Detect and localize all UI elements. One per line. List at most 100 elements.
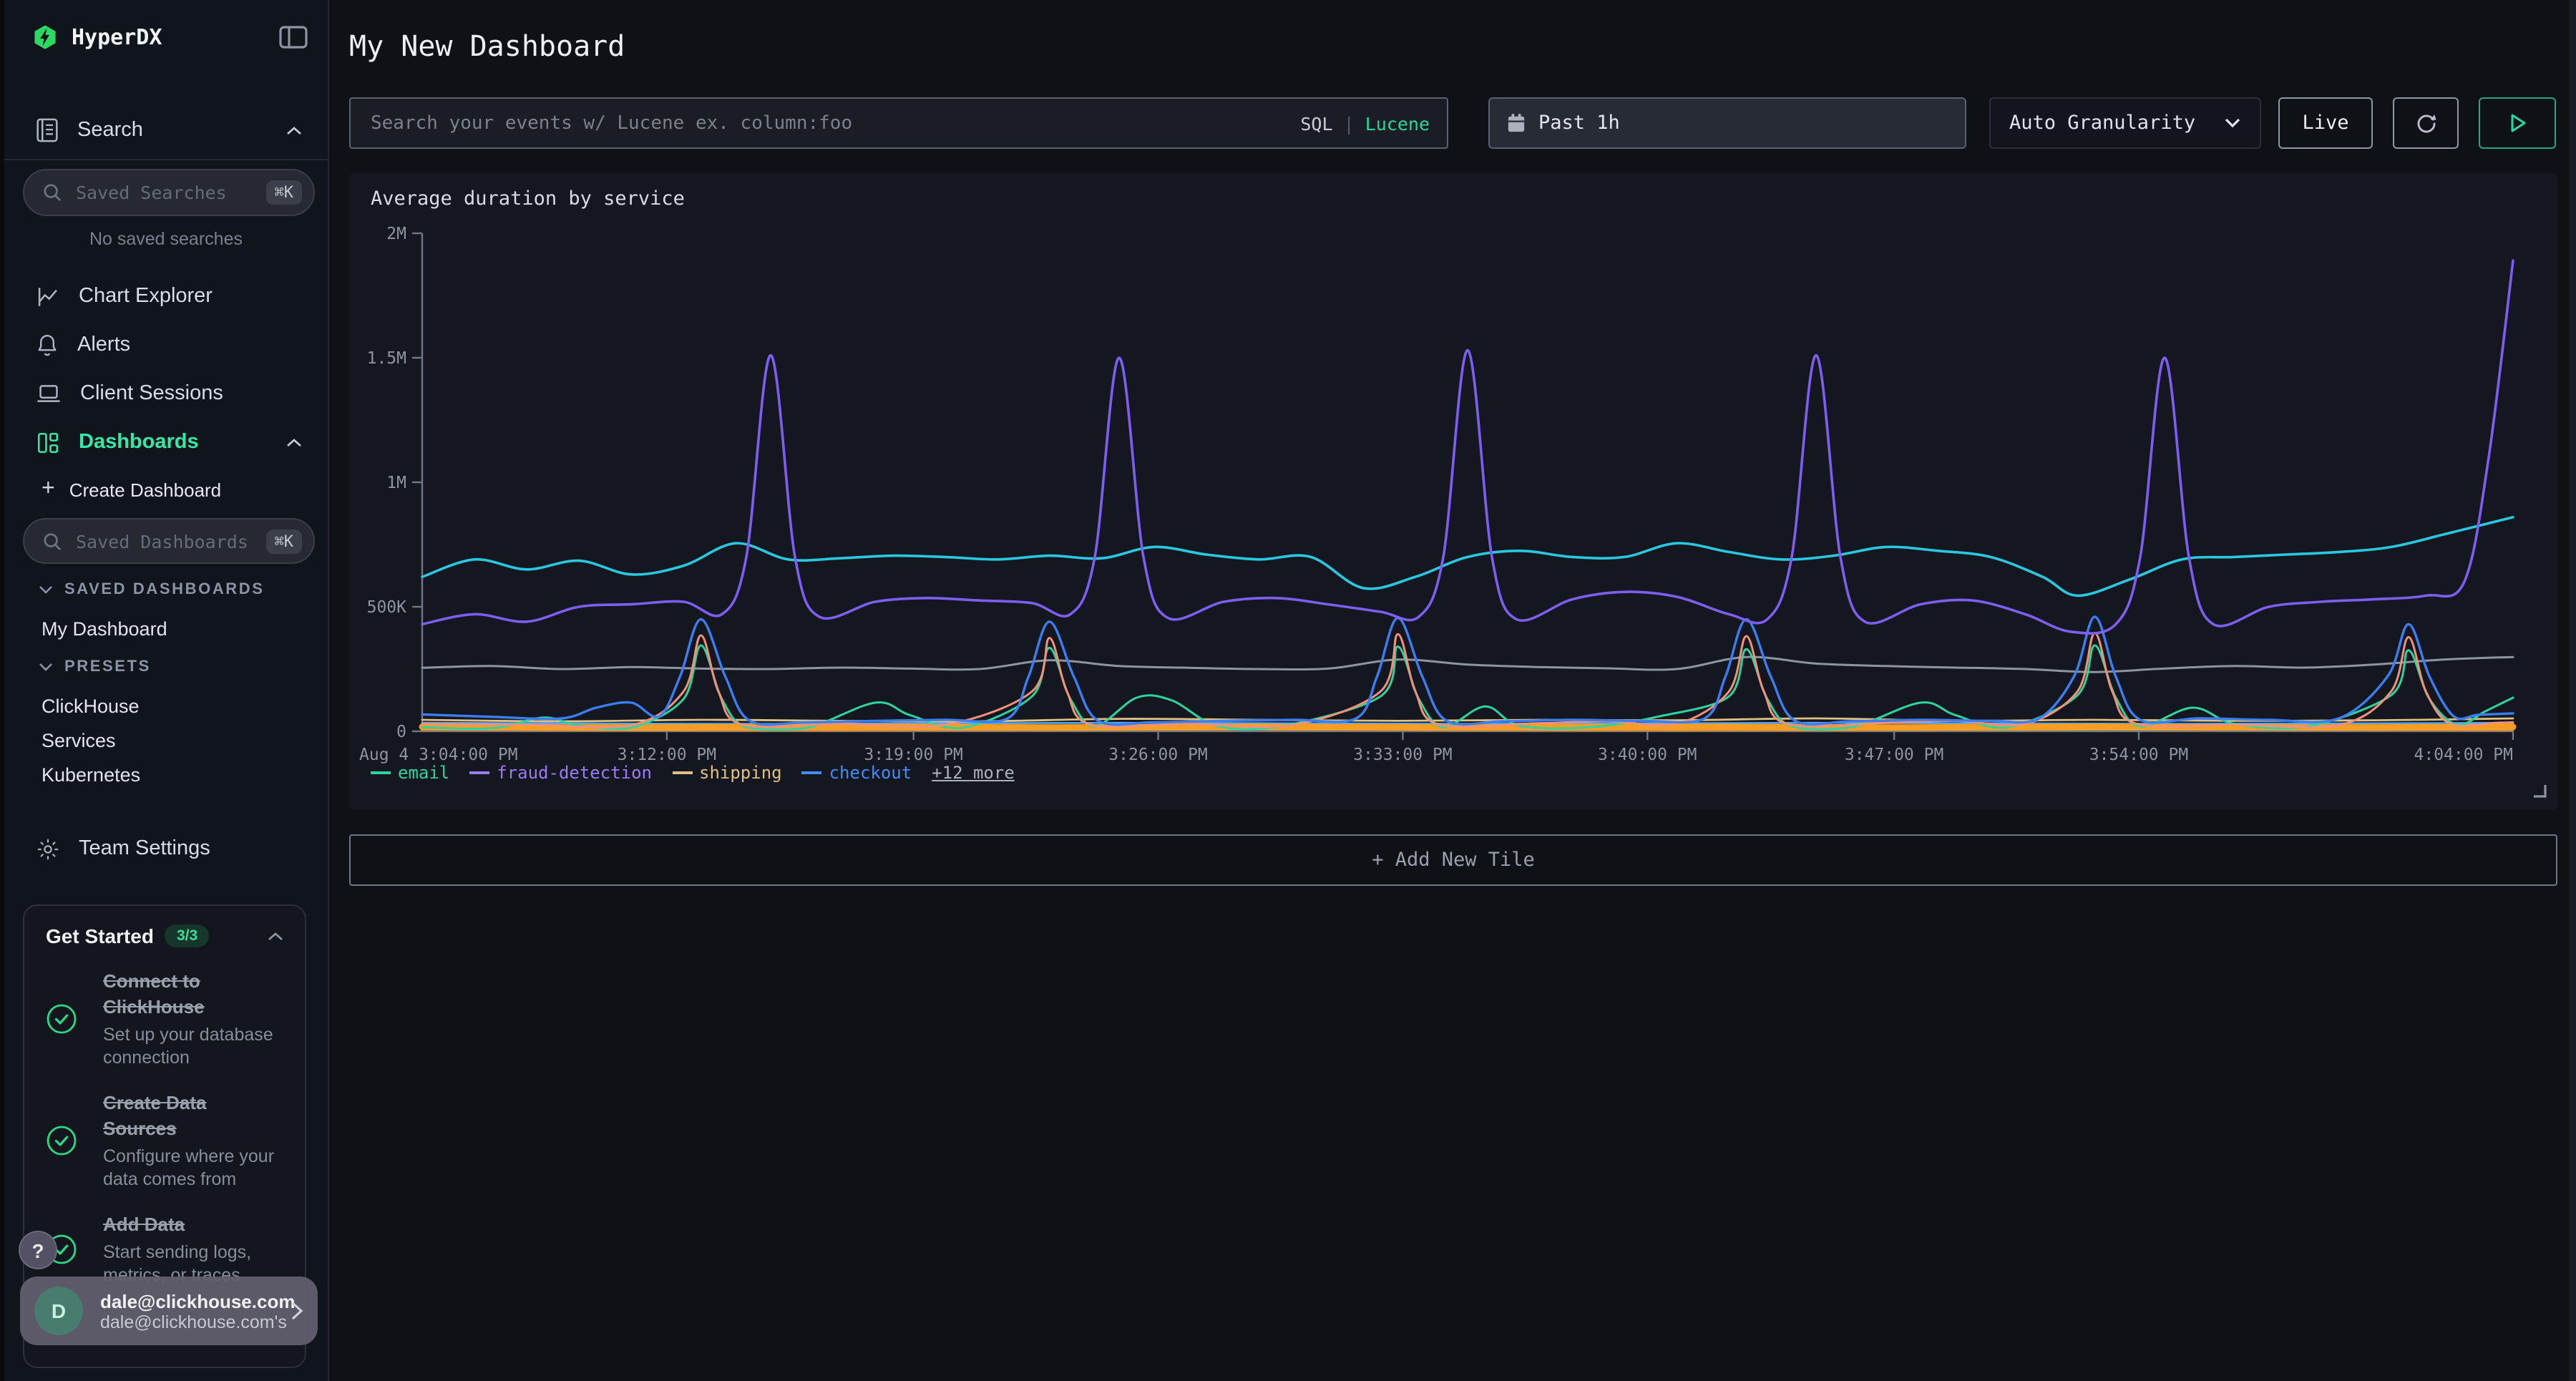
user-chip[interactable]: D dale@clickhouse.com dale@clickhouse.co… [20,1277,318,1345]
lucene-toggle[interactable]: Lucene [1365,112,1430,134]
refresh-button[interactable] [2393,97,2459,149]
legend-dash-icon [672,771,692,774]
section-label: PRESETS [64,658,151,675]
event-search-input[interactable]: SQL | Lucene [349,97,1448,149]
app-window: HyperDX Search ⌘K No saved searches [0,0,2576,1381]
live-button[interactable]: Live [2278,97,2373,149]
user-email: dale@clickhouse.com [100,1290,291,1312]
time-range-picker[interactable]: Past 1h [1488,97,1966,149]
x-axis-tick-label: 3:40:00 PM [1598,746,1697,764]
search-icon [43,532,62,550]
sidebar-item-kubernetes[interactable]: Kubernetes [42,764,140,786]
sidebar-item-my-dashboard[interactable]: My Dashboard [42,618,167,640]
scrollbar-track[interactable] [2569,0,2576,1381]
calendar-icon [1507,113,1526,133]
series-line-email [422,645,2513,730]
page-title: My New Dashboard [349,29,625,63]
get-started-title: Get Started [46,924,154,947]
app-logo: HyperDX [31,23,162,52]
legend-item-shipping[interactable]: shipping [672,763,782,783]
saved-dashboards-field[interactable] [73,529,266,553]
section-label: SAVED DASHBOARDS [64,581,265,598]
legend-more-link[interactable]: +12 more [932,763,1015,783]
saved-searches-input[interactable]: ⌘K [23,169,315,216]
legend-label: email [398,763,449,783]
chevron-down-icon [39,585,53,594]
y-axis-tick-label: 500K [367,598,407,617]
legend-label: fraud-detection [497,763,652,783]
help-button[interactable]: ? [19,1231,57,1269]
x-axis-tick-label: 3:47:00 PM [1845,746,1943,764]
x-axis-tick-label: 4:04:00 PM [2414,746,2513,764]
sidebar-item-client-sessions[interactable]: Client Sessions [4,372,328,415]
progress-badge: 3/3 [165,924,209,947]
chart-explorer-icon [36,284,60,308]
get-started-item-connect[interactable]: Connect to ClickHouse Set up your databa… [46,969,283,1069]
legend-label: shipping [699,763,782,783]
sidebar-item-services[interactable]: Services [42,730,116,751]
y-axis-tick-label: 1M [386,474,406,492]
no-saved-searches-text: No saved searches [4,229,328,249]
sidebar-item-label: Team Settings [79,837,210,860]
get-started-item-sources[interactable]: Create Data Sources Configure where your… [46,1090,283,1191]
step-title: Add Data [103,1214,185,1235]
play-icon [2508,113,2527,133]
sidebar-collapse-icon[interactable] [279,26,308,49]
x-axis-tick-label: 3:33:00 PM [1353,746,1452,764]
legend-label: checkout [829,763,912,783]
legend-dash-icon [371,771,391,774]
resize-handle-icon[interactable] [2533,784,2547,799]
saved-dashboards-input[interactable]: ⌘K [23,518,315,564]
legend-dash-icon [802,771,822,774]
saved-searches-field[interactable] [73,180,266,205]
gear-icon [36,836,60,861]
series-line [422,657,2513,672]
dashboard-tile: 0500K1M1.5M2MAug 4 3:04:00 PM3:12:00 PM3… [349,173,2557,810]
laptop-icon [36,382,62,405]
run-query-button[interactable] [2479,97,2556,149]
get-started-item-add-data[interactable]: Add Data Start sending logs, metrics, or… [46,1212,283,1287]
x-axis-tick-label: 3:19:00 PM [864,746,962,764]
sidebar-divider [4,159,328,160]
chevron-down-icon [39,663,53,671]
sql-toggle[interactable]: SQL [1300,112,1332,134]
add-new-tile-button[interactable]: + Add New Tile [349,834,2557,886]
sidebar: HyperDX Search ⌘K No saved searches [0,0,329,1381]
chevron-up-icon [286,437,302,447]
granularity-dropdown[interactable]: Auto Granularity [1989,97,2261,149]
step-title: Connect to ClickHouse [103,970,205,1018]
sidebar-item-chart-explorer[interactable]: Chart Explorer [4,275,328,318]
dashboard-grid-icon [36,430,60,454]
legend-item-checkout[interactable]: checkout [802,763,912,783]
sidebar-item-label: Client Sessions [80,382,223,405]
event-search-field[interactable] [368,111,1286,135]
check-circle-icon [46,1125,103,1156]
chevron-down-icon [2224,117,2241,129]
sidebar-item-search[interactable]: Search [4,109,328,152]
sidebar-item-dashboards[interactable]: Dashboards [4,421,328,464]
hyperdx-logo-icon [31,23,59,52]
sidebar-item-team-settings[interactable]: Team Settings [4,827,328,870]
step-desc: Configure where your data comes from [103,1145,283,1191]
sidebar-item-label: Search [77,119,143,142]
time-range-value: Past 1h [1538,112,1620,135]
sidebar-item-label: Chart Explorer [79,285,213,308]
get-started-header[interactable]: Get Started 3/3 [46,924,283,947]
create-dashboard-button[interactable]: + Create Dashboard [42,477,221,502]
bell-icon [36,332,59,358]
x-axis-tick-label: Aug 4 3:04:00 PM [359,746,518,764]
legend-item-email[interactable]: email [371,763,449,783]
section-presets[interactable]: PRESETS [39,658,151,675]
avatar: D [34,1287,83,1335]
sidebar-item-clickhouse[interactable]: ClickHouse [42,696,140,717]
chevron-up-icon [286,125,302,135]
chevron-up-icon [268,931,283,941]
legend-item-fraud-detection[interactable]: fraud-detection [469,763,652,783]
section-saved-dashboards[interactable]: SAVED DASHBOARDS [39,581,265,598]
x-axis-tick-label: 3:12:00 PM [618,746,716,764]
refresh-icon [2414,111,2438,135]
sidebar-item-alerts[interactable]: Alerts [4,323,328,366]
y-axis-tick-label: 1.5M [367,349,406,368]
series-line [422,517,2513,596]
x-axis-tick-label: 3:26:00 PM [1108,746,1207,764]
